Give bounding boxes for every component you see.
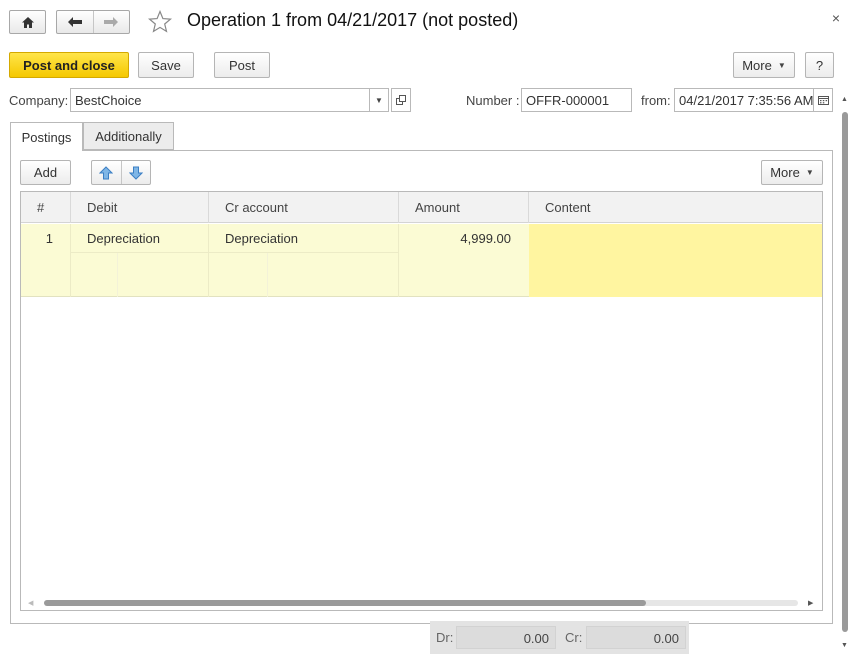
history-nav <box>56 10 130 34</box>
arrow-left-icon <box>67 17 82 27</box>
company-dropdown-button[interactable]: ▼ <box>369 88 389 112</box>
arrow-up-icon <box>99 165 114 179</box>
scroll-down-icon[interactable]: ▼ <box>841 642 848 649</box>
post-and-close-button[interactable]: Post and close <box>9 52 129 78</box>
arrow-down-icon <box>128 166 143 180</box>
scroll-right-icon[interactable]: ▶ <box>808 599 813 607</box>
dr-total: 0.00 <box>456 626 556 649</box>
move-up-button[interactable] <box>92 161 122 184</box>
calendar-button[interactable] <box>813 88 833 112</box>
back-button[interactable] <box>57 11 94 33</box>
scrollbar-thumb[interactable] <box>44 600 646 606</box>
number-field[interactable]: OFFR-000001 <box>521 88 632 112</box>
cr-total: 0.00 <box>586 626 686 649</box>
table-more-label: More <box>770 165 800 180</box>
totals-panel: Dr: 0.00 Cr: 0.00 <box>430 621 689 654</box>
tab-postings[interactable]: Postings <box>10 122 83 151</box>
save-button[interactable]: Save <box>138 52 194 78</box>
column-header-number[interactable]: # <box>21 192 71 223</box>
table-more-menu-button[interactable]: More ▼ <box>761 160 823 185</box>
amount-cell[interactable]: 4,999.00 <box>399 231 511 246</box>
subcell-divider <box>71 252 399 253</box>
home-icon <box>21 16 35 29</box>
cell-divider <box>208 224 209 297</box>
subcell-divider <box>117 253 118 297</box>
dr-label: Dr: <box>436 630 454 645</box>
vertical-scrollbar[interactable]: ▲ ▼ <box>839 96 851 656</box>
add-button[interactable]: Add <box>20 160 71 185</box>
move-buttons <box>91 160 151 185</box>
close-icon[interactable]: × <box>832 10 840 26</box>
table-row[interactable]: 1 Depreciation Depreciation 4,999.00 <box>21 224 822 297</box>
column-header-content[interactable]: Content <box>529 192 822 223</box>
favorite-star-icon[interactable] <box>147 9 173 36</box>
move-down-button[interactable] <box>122 161 151 184</box>
cr-account-cell[interactable]: Depreciation <box>225 231 298 246</box>
subcell-divider <box>267 253 268 297</box>
column-header-debit[interactable]: Debit <box>71 192 209 223</box>
forward-button[interactable] <box>94 11 130 33</box>
page-title: Operation 1 from 04/21/2017 (not posted) <box>187 10 519 30</box>
more-label: More <box>742 57 772 73</box>
scrollbar-thumb[interactable] <box>842 112 848 632</box>
from-label: from: <box>641 93 671 108</box>
company-open-button[interactable] <box>391 88 411 112</box>
column-header-cr-account[interactable]: Cr account <box>209 192 399 223</box>
cell-divider <box>70 224 71 297</box>
table-header: # Debit Cr account Amount Content <box>21 192 822 223</box>
cr-label: Cr: <box>565 630 583 645</box>
date-field[interactable]: 04/21/2017 7:35:56 AM <box>674 88 814 112</box>
column-header-amount[interactable]: Amount <box>399 192 529 223</box>
row-number: 1 <box>45 231 53 246</box>
scroll-up-icon[interactable]: ▲ <box>841 96 848 103</box>
chevron-down-icon: ▼ <box>805 168 814 177</box>
postings-table: # Debit Cr account Amount Content 1 Depr… <box>20 191 823 611</box>
more-menu-button[interactable]: More ▼ <box>733 52 795 78</box>
debit-cell[interactable]: Depreciation <box>87 231 160 246</box>
company-label: Company: <box>9 93 69 108</box>
chevron-down-icon: ▼ <box>375 95 383 105</box>
content-cell[interactable] <box>529 224 822 297</box>
company-field[interactable]: BestChoice <box>70 88 370 112</box>
post-button[interactable]: Post <box>214 52 270 78</box>
scroll-left-icon[interactable]: ◀ <box>28 599 33 607</box>
number-label: Number : <box>466 93 520 108</box>
chevron-down-icon: ▼ <box>777 60 786 70</box>
tab-additionally[interactable]: Additionally <box>83 122 174 150</box>
horizontal-scrollbar[interactable]: ◀ ▶ <box>22 598 820 608</box>
arrow-right-icon <box>104 17 119 27</box>
calendar-icon <box>817 96 829 105</box>
home-button[interactable] <box>9 10 46 34</box>
open-window-icon <box>396 95 406 105</box>
help-button[interactable]: ? <box>805 52 834 78</box>
